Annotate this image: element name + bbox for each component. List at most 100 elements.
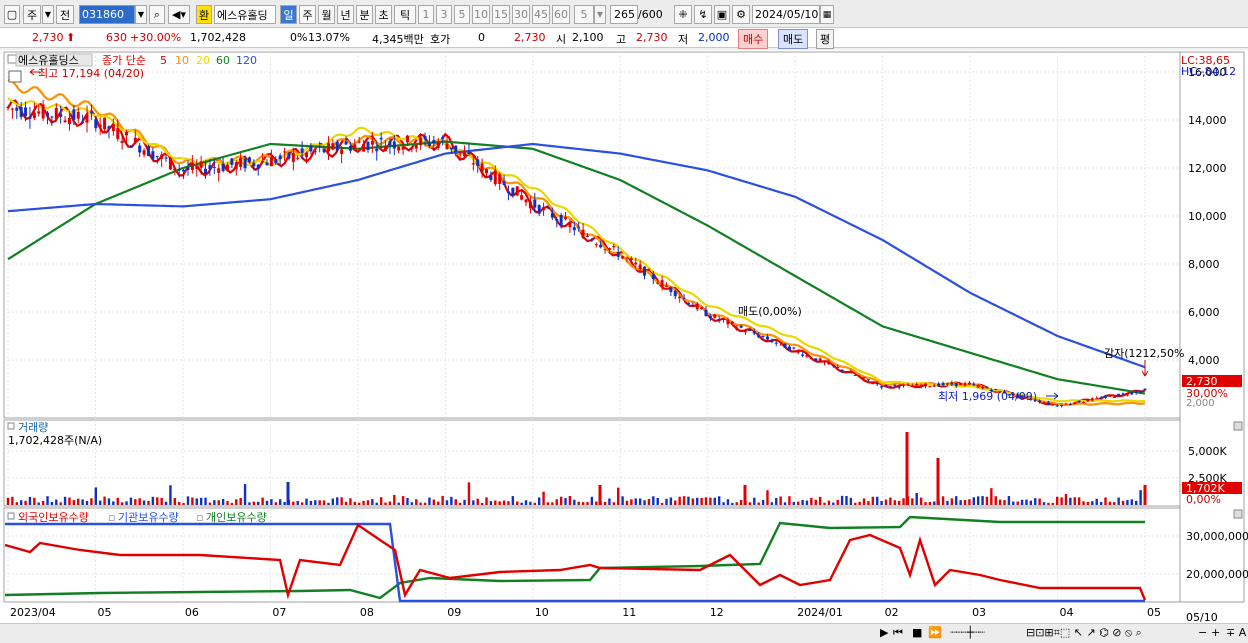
volume-bar xyxy=(1104,497,1107,505)
save-icon[interactable]: ▣ xyxy=(714,5,730,24)
minus-icon[interactable]: − xyxy=(1198,626,1207,639)
interval-10[interactable]: 10 xyxy=(472,5,490,24)
volume-bar xyxy=(81,499,84,505)
period-minute[interactable]: 분 xyxy=(356,5,373,24)
amount: 4,345백만 xyxy=(372,33,424,46)
code-input[interactable]: 031860 xyxy=(79,5,135,24)
volume-bar xyxy=(178,502,181,505)
buy-button[interactable]: 매수 xyxy=(738,29,769,49)
eval-button[interactable]: 평 xyxy=(816,29,835,49)
interval-15[interactable]: 15 xyxy=(492,5,510,24)
candle-body xyxy=(1073,403,1077,405)
candle-body xyxy=(976,385,980,388)
hc-label: HC:-84,12 xyxy=(1181,65,1236,78)
period-day[interactable]: 일 xyxy=(280,5,297,24)
volume-bar xyxy=(1113,502,1116,505)
volume-bar xyxy=(112,501,115,505)
period-tick[interactable]: 틱 xyxy=(394,5,416,24)
candle-body xyxy=(458,151,462,154)
hoga-value: 0 xyxy=(478,31,485,44)
candle-body xyxy=(506,191,510,194)
volume-bar xyxy=(1069,497,1072,505)
interval-5[interactable]: 5 xyxy=(454,5,470,24)
interval-1[interactable]: 1 xyxy=(418,5,434,24)
candle-body xyxy=(89,112,93,114)
zoom-icons[interactable]: ⊟⊡⊞⌗⬚ ↖ ↗ ⌬ ⊘ ⦸ ⌕ xyxy=(1026,626,1142,640)
candle-body xyxy=(493,170,497,185)
volume-bar xyxy=(415,499,418,505)
interval-30[interactable]: 30 xyxy=(512,5,530,24)
candle-body xyxy=(168,157,172,170)
candle-body xyxy=(15,107,19,111)
volume-bar xyxy=(305,498,308,505)
candle-body xyxy=(669,287,673,292)
candle-body xyxy=(269,157,273,167)
candle-body xyxy=(840,369,844,371)
volume-bar xyxy=(388,501,392,505)
exchange-badge[interactable]: 환 xyxy=(196,5,212,24)
line-tool-icon[interactable]: ↯ xyxy=(694,5,712,24)
plus-minus-icon[interactable]: + xyxy=(1211,626,1220,639)
volume-bar xyxy=(722,502,725,505)
scroll-slider[interactable]: ┈┈┈┼┈┈ xyxy=(950,626,985,639)
volume-bar xyxy=(265,500,269,505)
x-end-label: 05/10 xyxy=(1186,611,1218,623)
speaker-icon[interactable]: ◀▾ xyxy=(168,5,190,24)
volume-bar xyxy=(41,500,45,505)
candle-body xyxy=(388,141,392,146)
hold-checkbox[interactable] xyxy=(7,512,15,520)
candle-body xyxy=(498,174,502,184)
fast-forward-icon[interactable]: ⏩ xyxy=(928,626,942,639)
interval-3[interactable]: 3 xyxy=(436,5,452,24)
plus-icon[interactable]: ∓ A xyxy=(1226,626,1246,639)
chart-svg[interactable]: 16,00014,00012,00010,0008,0006,0004,0005… xyxy=(0,50,1248,624)
volume-spike xyxy=(598,485,602,505)
chevron-down-icon[interactable]: ▼ xyxy=(42,5,54,24)
window-icon[interactable]: ▢ xyxy=(4,5,20,24)
candle-body xyxy=(520,195,524,200)
volume-bar xyxy=(331,498,335,505)
chart-area[interactable]: 16,000 14,000 12,000 10,000 8,000 6,000 4,000 5… xyxy=(0,50,1248,624)
vol-close-icon[interactable] xyxy=(1233,421,1243,431)
candle-body xyxy=(318,146,322,148)
period-year[interactable]: 년 xyxy=(337,5,354,24)
stop-icon[interactable]: ■ xyxy=(912,626,922,639)
search-icon[interactable]: ⌕ xyxy=(149,5,165,24)
panel-checkbox[interactable] xyxy=(7,54,17,64)
volume-bar xyxy=(59,502,62,505)
candle-body xyxy=(480,163,484,173)
volume-bar xyxy=(472,500,475,505)
grid-icon[interactable]: ⁜ xyxy=(674,5,692,24)
market-select[interactable]: 주 xyxy=(23,5,41,24)
volume-bar xyxy=(880,501,883,505)
code-dropdown-icon[interactable]: ▼ xyxy=(135,5,147,24)
vol-checkbox[interactable] xyxy=(7,422,15,430)
interval-60[interactable]: 60 xyxy=(552,5,570,24)
candle-body xyxy=(366,141,370,150)
count-input[interactable]: 265 xyxy=(610,5,638,24)
calc-icon[interactable] xyxy=(8,70,22,83)
candle-body xyxy=(353,144,357,149)
x-axis-label: 09 xyxy=(447,606,461,619)
candle-body xyxy=(625,257,629,259)
period-week[interactable]: 주 xyxy=(299,5,316,24)
sell-button[interactable]: 매도 xyxy=(778,29,809,49)
first-icon[interactable]: ⏮ xyxy=(893,626,903,640)
turnover-b: 13.07% xyxy=(308,31,350,44)
candle-body xyxy=(467,151,471,155)
candle-body xyxy=(858,376,862,378)
play-icon[interactable]: ▶ xyxy=(880,626,888,639)
prev-button[interactable]: 전 xyxy=(56,5,74,24)
hold-close-icon[interactable] xyxy=(1233,509,1243,519)
interval-select[interactable]: 5 xyxy=(574,5,594,24)
interval-45[interactable]: 45 xyxy=(532,5,550,24)
calendar-icon[interactable]: ▦ xyxy=(820,5,834,24)
x-axis-label: 2023/04 xyxy=(10,606,56,619)
volume-bar xyxy=(889,497,892,505)
gear-icon[interactable]: ⚙ xyxy=(732,5,750,24)
period-second[interactable]: 초 xyxy=(375,5,392,24)
period-month[interactable]: 월 xyxy=(318,5,335,24)
price-axis-label: 10,000 xyxy=(1188,210,1227,223)
interval-dropdown-icon[interactable]: ▼ xyxy=(594,5,606,24)
date-input[interactable]: 2024/05/10 xyxy=(752,5,820,24)
